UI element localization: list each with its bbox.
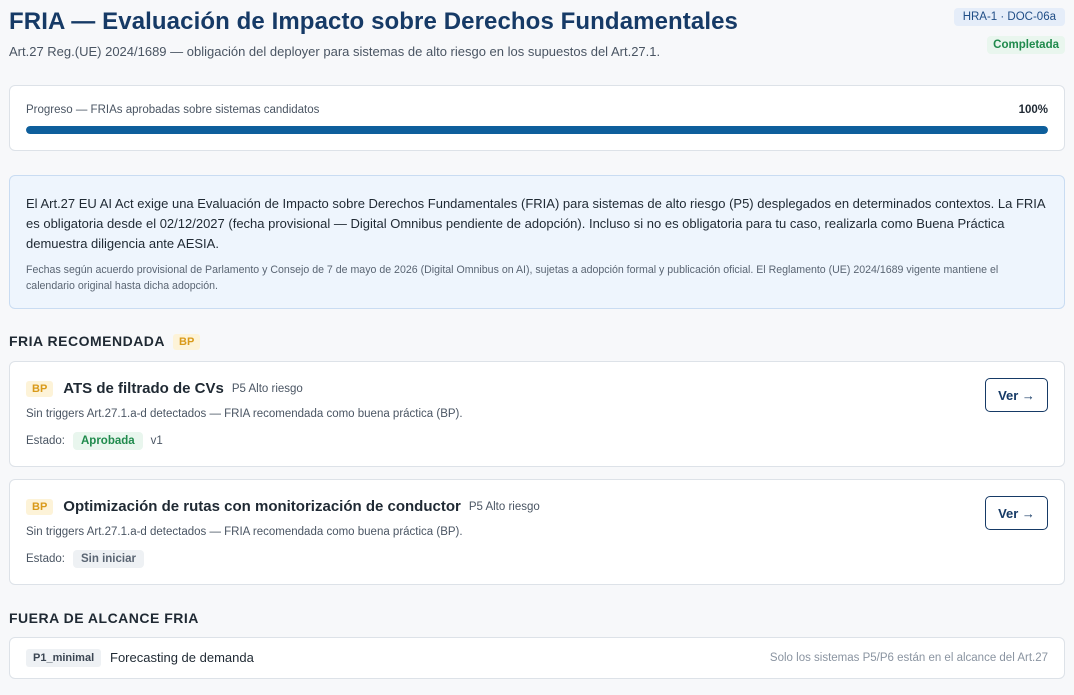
page-header: FRIA — Evaluación de Impacto sobre Derec… [9,6,1065,66]
item-description: Sin triggers Art.27.1.a-d detectados — F… [26,408,463,420]
page-subtitle: Art.27 Reg.(UE) 2024/1689 — obligación d… [9,44,661,59]
fria-item-card: BP Optimización de rutas con monitorizac… [9,479,1065,585]
view-button[interactable]: Ver → [985,496,1048,530]
state-badge: Aprobada [73,432,143,450]
bp-badge: BP [26,498,54,515]
item-header: BP Optimización de rutas con monitorizac… [26,498,540,515]
version-label: v1 [150,435,163,447]
section-title-recommended: FRIA RECOMENDADA BP [9,333,201,350]
scope-note: Solo los sistemas P5/P6 están en el alca… [769,652,1048,664]
progress-label: Progreso — FRIAs aprobadas sobre sistema… [26,104,320,116]
progress-card: Progreso — FRIAs aprobadas sobre sistema… [9,85,1065,151]
item-description: Sin triggers Art.27.1.a-d detectados — F… [26,526,463,538]
progress-bar [26,126,1048,134]
item-state: Estado: Sin iniciar [26,550,144,568]
bp-badge: BP [26,380,54,397]
progress-bar-fill [26,126,1048,134]
bp-badge: BP [173,334,201,350]
item-name: Optimización de rutas con monitorización… [63,498,461,515]
state-label: Estado: [26,435,65,447]
risk-level: P5 Alto riesgo [468,500,540,513]
item-state: Estado: Aprobada v1 [26,432,163,450]
section-title-out-of-scope: FUERA DE ALCANCE FRIA [9,610,199,626]
item-header: BP ATS de filtrado de CVs P5 Alto riesgo [26,380,303,397]
view-button[interactable]: Ver → [985,378,1048,412]
system-name: Forecasting de demanda [110,650,254,665]
page-title: FRIA — Evaluación de Impacto sobre Derec… [9,8,738,35]
info-note-text: Fechas según acuerdo provisional de Parl… [26,264,999,292]
info-box: El Art.27 EU AI Act exige una Evaluación… [9,175,1065,309]
risk-tag: P1_minimal [26,649,102,667]
progress-percent: 100% [1018,104,1048,116]
out-of-scope-row: P1_minimal Forecasting de demanda Solo l… [9,637,1065,679]
status-badge: Completada [987,36,1065,54]
state-label: Estado: [26,553,65,565]
state-badge: Sin iniciar [73,550,144,568]
section-title-text: FRIA RECOMENDADA [9,333,166,349]
fria-item-card: BP ATS de filtrado de CVs P5 Alto riesgo… [9,361,1065,467]
risk-level: P5 Alto riesgo [231,382,303,395]
info-main-text: El Art.27 EU AI Act exige una Evaluación… [26,196,1045,251]
item-name: ATS de filtrado de CVs [63,380,224,397]
doc-badge: HRA-1 · DOC-06a [953,8,1065,26]
